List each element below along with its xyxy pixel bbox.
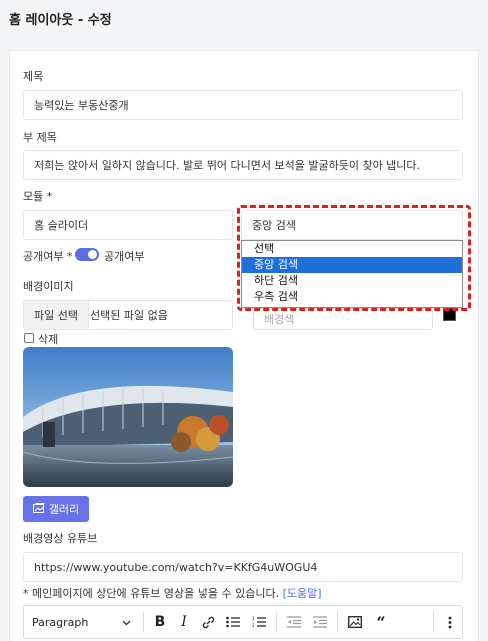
gallery-button[interactable]: 갤러리 — [23, 496, 89, 522]
file-input[interactable]: 파일 선택 선택된 파일 없음 — [23, 300, 233, 330]
bg-color-swatch[interactable] — [443, 308, 456, 321]
editor-toolbar: Paragraph B I 12 “ — [23, 605, 463, 639]
toolbar-separator — [143, 612, 144, 632]
search-type-select[interactable]: 중앙 검색 — [241, 210, 463, 240]
subtitle-label: 부 제목 — [23, 131, 57, 144]
image-icon[interactable] — [342, 605, 368, 639]
title-field[interactable]: 능력있는 부동산중개 — [23, 90, 463, 120]
quote-icon[interactable]: “ — [368, 605, 394, 639]
bulleted-list-icon[interactable] — [220, 605, 246, 639]
help-link[interactable]: [도움말] — [283, 587, 322, 600]
svg-text:2: 2 — [252, 623, 255, 628]
public-toggle-label: 공개여부 — [104, 250, 145, 263]
delete-label: 삭제 — [38, 333, 59, 346]
search-type-dropdown: 선택 중앙 검색 하단 검색 우측 검색 — [241, 240, 463, 308]
link-icon[interactable] — [196, 605, 220, 639]
search-option-bottom[interactable]: 하단 검색 — [242, 273, 462, 289]
subtitle-field[interactable]: 저희는 앉아서 일하지 않습니다. 발로 뛰어 다니면서 보석을 발굴하듯이 찾… — [23, 150, 463, 180]
youtube-url-field[interactable]: https://www.youtube.com/watch?v=KKfG4uWO… — [23, 552, 463, 582]
toolbar-separator — [337, 612, 338, 632]
page-title: 홈 레이아웃 - 수정 — [9, 13, 112, 28]
youtube-note: * 메인페이지에 상단에 유튜브 영상을 넣을 수 있습니다. [도움말] — [23, 585, 322, 601]
file-status: 선택된 파일 없음 — [90, 309, 168, 322]
background-image-preview — [23, 347, 233, 487]
title-label: 제목 — [23, 70, 44, 83]
outdent-icon[interactable] — [281, 605, 307, 639]
file-select-button[interactable]: 파일 선택 — [24, 301, 89, 329]
search-option-none[interactable]: 선택 — [242, 241, 462, 257]
toolbar-separator — [433, 612, 434, 632]
bg-image-label: 배경이미지 — [23, 280, 74, 293]
svg-text:1: 1 — [252, 616, 255, 621]
indent-icon[interactable] — [307, 605, 333, 639]
search-option-center[interactable]: 중앙 검색 — [242, 257, 462, 273]
search-option-right[interactable]: 우측 검색 — [242, 289, 462, 305]
bold-icon[interactable]: B — [148, 605, 172, 639]
bg-video-label: 배경영상 유튜브 — [23, 532, 98, 545]
delete-checkbox[interactable] — [24, 333, 34, 343]
toolbar-separator — [276, 612, 277, 632]
module-label: 모듈 * — [23, 190, 53, 203]
public-label: 공개여부 * — [23, 250, 73, 263]
public-toggle[interactable] — [75, 248, 99, 261]
gallery-button-label: 갤러리 — [48, 503, 80, 516]
module-select[interactable]: 홈 슬라이더 — [23, 210, 233, 240]
numbered-list-icon[interactable]: 12 — [246, 605, 272, 639]
chevron-down-icon — [122, 616, 131, 629]
bg-color-field[interactable]: 배경색 — [253, 308, 433, 330]
more-icon[interactable] — [438, 605, 462, 639]
paragraph-select-label: Paragraph — [32, 615, 89, 629]
gallery-icon — [32, 502, 45, 516]
note-text: * 메인페이지에 상단에 유튜브 영상을 넣을 수 있습니다. — [23, 587, 280, 600]
paragraph-select[interactable]: Paragraph — [24, 605, 139, 639]
italic-icon[interactable]: I — [172, 605, 196, 639]
